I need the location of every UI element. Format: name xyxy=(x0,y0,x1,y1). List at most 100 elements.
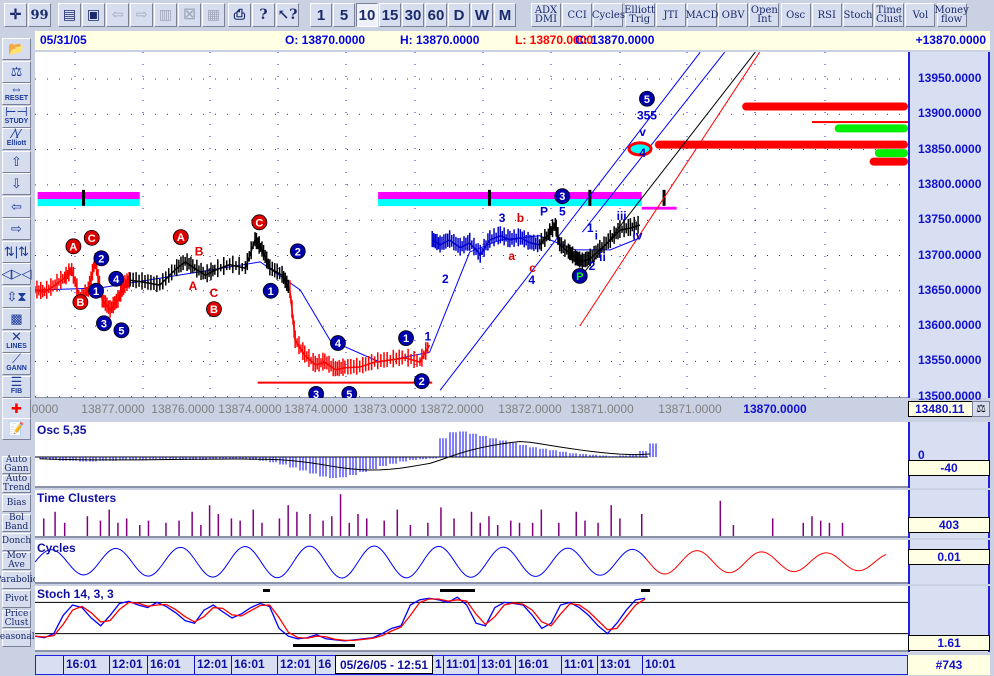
indicator-button-elliott-trig[interactable]: Elliott Trig xyxy=(624,3,655,27)
wave-label: C xyxy=(88,233,96,245)
scroll-left-button[interactable]: ⇦ xyxy=(2,195,31,218)
indicator-label: MACD xyxy=(685,9,719,21)
indicator-label: JTI xyxy=(663,9,679,21)
grid-toggle-button[interactable]: ▩ xyxy=(2,308,31,330)
study-button-para-bolic[interactable]: Parabolic xyxy=(0,571,38,590)
interval-button-D[interactable]: D xyxy=(448,3,470,27)
expand-horizontal-icon: ◁▷◁ xyxy=(1,266,32,281)
indicator-button-vol[interactable]: Vol xyxy=(905,3,936,27)
scroll-up-button[interactable]: ⇧ xyxy=(2,150,31,173)
indicator-button-obv[interactable]: OBV xyxy=(718,3,749,27)
wave-label: iii xyxy=(617,209,627,223)
interval-button-30[interactable]: 30 xyxy=(402,3,424,27)
cycle-line xyxy=(35,545,647,579)
wave-label: P xyxy=(540,205,548,219)
cycles-panel[interactable]: Cycles xyxy=(35,540,908,584)
time-axis-label: 16:01 xyxy=(66,657,97,671)
study-button-pivot[interactable]: Pivot xyxy=(2,590,31,609)
save-button[interactable]: ▣ xyxy=(82,3,105,27)
scroll-right-button[interactable]: ⇨ xyxy=(2,218,31,240)
price-cluster-bar xyxy=(654,140,908,149)
osc-panel[interactable]: Osc 5,35 xyxy=(35,422,908,488)
open-folder-button[interactable]: 📂 xyxy=(2,38,31,60)
indicator-label: Cycles xyxy=(591,9,625,21)
wave-label: v xyxy=(639,125,646,139)
fib-button[interactable]: ☰ FIB xyxy=(2,375,31,398)
scroll-left-icon: ⇦ xyxy=(11,198,22,214)
wave-label: C xyxy=(255,217,263,229)
indicator-button-time-clust[interactable]: Time Clust xyxy=(874,3,905,27)
compress-bars-button[interactable]: ⇅|⇅ xyxy=(2,240,31,263)
price-axis[interactable]: 13950.0000 13900.0000 13850.0000 13800.0000… xyxy=(908,52,990,403)
time-axis-tick xyxy=(515,656,516,674)
wave-label: 4 xyxy=(639,146,646,160)
time-axis-tick xyxy=(231,656,232,674)
lines-button[interactable]: ✕ LINES xyxy=(2,330,31,353)
grid-button[interactable]: ▦ xyxy=(202,3,225,27)
interval-button-5[interactable]: 5 xyxy=(333,3,355,27)
indicator-button-stoch[interactable]: Stoch xyxy=(843,3,873,27)
indicator-button-osc[interactable]: Osc xyxy=(780,3,811,27)
time-clusters-panel[interactable]: Time Clusters xyxy=(35,490,908,538)
copy-button[interactable]: ▥ xyxy=(154,3,177,27)
indicator-button-open-int[interactable]: Open Int xyxy=(749,3,780,27)
properties-button[interactable]: 📝 xyxy=(2,418,31,440)
interval-button-W[interactable]: W xyxy=(471,3,493,27)
crosshair-icon: ✚ xyxy=(11,401,22,416)
expand-horizontal-button[interactable]: ◁▷◁ xyxy=(1,263,32,285)
price-chart[interactable]: A C B 2 1 4 3 5 A B A C B C 2 1 4 3 5 1 1 2 2 3 b a c 4 P 5 3 1 i 2 Pii iii… xyxy=(35,52,908,398)
new-document-button[interactable]: ▤ xyxy=(58,3,81,27)
expand-vertical-button[interactable]: ⇳⧗ xyxy=(2,285,31,308)
cursor-time-box: 05/26/05 - 12:51 xyxy=(335,655,433,674)
indicator-button-adx-dmi[interactable]: ADX DMI xyxy=(531,3,561,27)
cursor-axis-label: 13871.0000 xyxy=(570,402,634,416)
indicator-button-macd[interactable]: MACD xyxy=(685,3,719,27)
interval-button-60[interactable]: 60 xyxy=(425,3,447,27)
quote-button[interactable]: 99 xyxy=(28,3,51,27)
stoch-panel[interactable]: Stoch 14, 3, 3 xyxy=(35,586,908,652)
study-button-mov-ave[interactable]: Mov Ave xyxy=(2,552,31,570)
indicator-button-cci[interactable]: CCI xyxy=(562,3,593,27)
help-button[interactable]: ? xyxy=(252,3,275,27)
resistance-band-cyan xyxy=(37,199,140,207)
indicator-button-cycles[interactable]: Cycles xyxy=(591,3,625,27)
delete-button[interactable]: ☒ xyxy=(178,3,201,27)
interval-button-1[interactable]: 1 xyxy=(310,3,332,27)
study-button-bias[interactable]: Bias xyxy=(2,494,31,513)
indicator-button-jti[interactable]: JTI xyxy=(655,3,686,27)
context-help-button[interactable]: ↖? xyxy=(276,3,299,27)
print-button[interactable]: ⎙ xyxy=(228,3,251,27)
wave-label: 4 xyxy=(335,338,342,350)
indicator-button-money-flow[interactable]: Money flow xyxy=(934,3,969,27)
scroll-down-button[interactable]: ⇩ xyxy=(2,173,31,195)
wave-label: C xyxy=(210,286,219,300)
gann-button[interactable]: ⟋ GANN xyxy=(2,352,31,375)
study-button-seas-onals[interactable]: Seasonals xyxy=(0,628,39,647)
forward-button[interactable]: ⇨ xyxy=(130,3,153,27)
interval-button-15[interactable]: 15 xyxy=(379,3,401,27)
study-button-auto-gann[interactable]: Auto Gann xyxy=(2,456,31,474)
scales-icon[interactable]: ⚖ xyxy=(972,401,990,417)
study-button-auto-trend[interactable]: Auto Trend xyxy=(2,475,31,494)
indicator-button-rsi[interactable]: RSI xyxy=(811,3,842,27)
price-cluster-bar xyxy=(874,149,908,158)
back-button[interactable]: ⇦ xyxy=(106,3,129,27)
study-button-bol-band[interactable]: Bol Band xyxy=(2,513,31,532)
interval-button-10[interactable]: 10 xyxy=(356,3,378,27)
resistance-band-magenta xyxy=(37,191,140,200)
interval-button-M[interactable]: M xyxy=(494,3,516,27)
wave-label: 2 xyxy=(419,376,425,388)
reset-button[interactable]: ⇔ RESET xyxy=(2,82,31,105)
time-axis-label: 13:01 xyxy=(481,657,512,671)
sidebar-button-label: GANN xyxy=(6,365,27,372)
price-tick-label: 13950.0000 xyxy=(918,71,982,85)
time-axis-label: 10:01 xyxy=(645,657,676,671)
cursor-tool-button[interactable]: ✛ xyxy=(4,3,27,27)
study-button-donch[interactable]: Donch xyxy=(2,532,31,551)
elliott-button[interactable]: ⁄\⁄ Elliott xyxy=(2,127,31,150)
time-axis-tick xyxy=(147,656,148,674)
study-button[interactable]: ⊢⊣ STUDY xyxy=(2,105,31,128)
scales-button[interactable]: ⚖ xyxy=(2,60,31,83)
study-button-price-clust[interactable]: Price Clust xyxy=(2,609,31,628)
crosshair-button[interactable]: ✚ xyxy=(2,398,31,420)
